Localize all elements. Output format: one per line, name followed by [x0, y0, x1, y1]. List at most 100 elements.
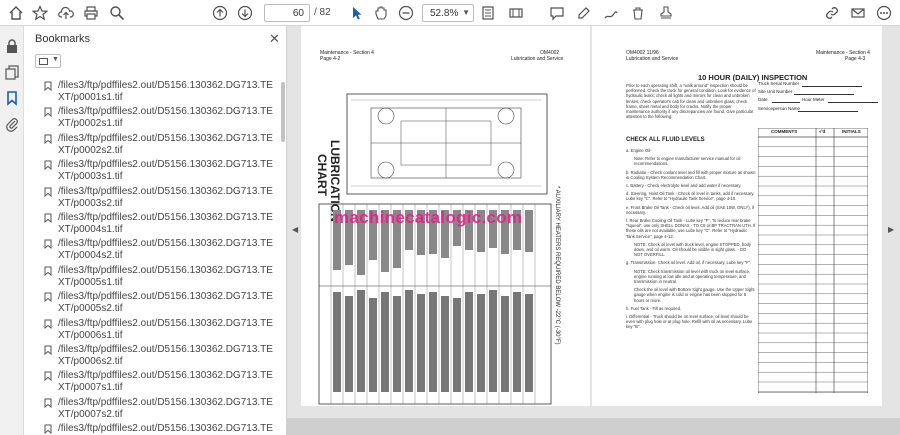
form-field-line: [794, 94, 854, 95]
erase-icon[interactable]: [628, 3, 648, 23]
comment-icon[interactable]: [547, 3, 567, 23]
bookmark-label: /files3/ftp/pdffiles2.out/D5156.130362.D…: [58, 423, 273, 435]
mail-icon[interactable]: [848, 3, 868, 23]
bookmark-flag-icon: [44, 345, 52, 355]
bookmark-item[interactable]: /files3/ftp/pdffiles2.out/D5156.130362.D…: [24, 78, 287, 104]
page-total-label: / 82: [314, 7, 331, 18]
form-field-line: [798, 111, 858, 112]
left-rail: [0, 26, 24, 435]
bookmarks-scrollbar[interactable]: [281, 82, 285, 142]
upload-icon[interactable]: [56, 3, 76, 23]
stamp-icon[interactable]: [656, 3, 676, 23]
bookmark-item[interactable]: /files3/ftp/pdffiles2.out/D5156.130362.D…: [24, 236, 287, 262]
lubrication-chart-figure: LUBRICATION CHART: [315, 93, 552, 405]
bookmark-item[interactable]: /files3/ftp/pdffiles2.out/D5156.130362.D…: [24, 131, 287, 157]
zoom-dropdown[interactable]: 52.8% ▼: [422, 4, 474, 22]
table-header-comments: COMMENTS: [771, 129, 798, 134]
scroll-mode-icon[interactable]: [506, 3, 526, 23]
collapse-right-icon[interactable]: ▶: [888, 225, 894, 234]
bookmark-label: /files3/ftp/pdffiles2.out/D5156.130362.D…: [58, 264, 273, 288]
inspection-step: h. Fuel Tank - Fill as required.: [626, 305, 682, 311]
bookmark-flag-icon: [44, 213, 52, 223]
bookmark-label: /files3/ftp/pdffiles2.out/D5156.130362.D…: [58, 106, 273, 130]
close-icon[interactable]: ✕: [269, 31, 280, 47]
page-number-input[interactable]: 60: [264, 4, 310, 22]
fit-page-icon[interactable]: [478, 3, 498, 23]
bookmark-label: /files3/ftp/pdffiles2.out/D5156.130362.D…: [58, 185, 273, 209]
form-field-line: [828, 102, 878, 103]
inspection-step: f. Rear Brake Cooling Oil Tank - Lube ke…: [626, 218, 756, 239]
bookmark-icon[interactable]: [4, 90, 20, 106]
bookmark-flag-icon: [44, 292, 52, 303]
bookmark-label: /files3/ftp/pdffiles2.out/D5156.130362.D…: [58, 370, 273, 394]
bookmark-item[interactable]: /files3/ftp/pdffiles2.out/D5156.130362.D…: [24, 289, 287, 315]
print-icon[interactable]: [81, 3, 101, 23]
page-header-left-2: Page 4-2: [320, 56, 341, 62]
form-field-label: Hour Meter: [802, 97, 825, 102]
page-header-right-2: Lubrication and Service: [511, 56, 564, 62]
bookmark-item[interactable]: /files3/ftp/pdffiles2.out/D5156.130362.D…: [24, 342, 287, 368]
chart-footnote: * AUXILIARY HEATERS REQUIRED BELOW -22°C…: [554, 186, 560, 345]
page-up-icon[interactable]: [210, 3, 230, 23]
star-icon[interactable]: [30, 3, 50, 23]
bookmark-item[interactable]: /files3/ftp/pdffiles2.out/D5156.130362.D…: [24, 395, 287, 421]
bookmark-item[interactable]: /files3/ftp/pdffiles2.out/D5156.130362.D…: [24, 263, 287, 289]
pages-icon[interactable]: [4, 64, 20, 80]
form-field-label: Site Unit Number: [758, 89, 793, 94]
more-icon[interactable]: [874, 3, 894, 23]
link-icon[interactable]: [822, 3, 842, 23]
page-down-icon[interactable]: [235, 3, 255, 23]
bookmark-flag-icon: [44, 134, 52, 144]
options-icon: [39, 58, 48, 65]
main-toolbar: 60 / 82 52.8% ▼: [0, 0, 900, 26]
form-field-label: Date: [758, 97, 768, 102]
svg-text:CHART: CHART: [315, 154, 329, 197]
zoom-out-icon[interactable]: [396, 3, 416, 23]
bookmark-item[interactable]: /files3/ftp/pdffiles2.out/D5156.130362.D…: [24, 184, 287, 210]
inspection-step: d. Steering, Hoist Oil Tank - Check oil …: [626, 191, 755, 202]
attachment-icon[interactable]: [4, 116, 20, 132]
inspection-step: NOTE: Check transmission oil level with …: [634, 268, 751, 285]
form-field-line: [772, 102, 800, 103]
bookmark-item[interactable]: /files3/ftp/pdffiles2.out/D5156.130362.D…: [24, 210, 287, 236]
watermark: machinecatalogic.com: [334, 208, 523, 227]
zoom-icon[interactable]: [107, 3, 127, 23]
bookmark-flag-icon: [44, 424, 52, 435]
bookmark-label: /files3/ftp/pdffiles2.out/D5156.130362.D…: [58, 291, 273, 315]
bookmark-flag-icon: [44, 81, 52, 91]
bookmark-item[interactable]: /files3/ftp/pdffiles2.out/D5156.130362.D…: [24, 421, 287, 435]
inspection-step: i. Differential - Truck should be on lev…: [626, 314, 753, 330]
highlight-icon[interactable]: [574, 3, 594, 23]
bookmark-flag-icon: [44, 319, 52, 329]
collapse-left-icon[interactable]: ◀: [292, 225, 298, 234]
bookmark-options-button[interactable]: ▼: [35, 54, 61, 68]
hand-icon[interactable]: [371, 3, 391, 23]
form-field-label: Truck Serial Number: [758, 81, 800, 86]
bookmark-label: /files3/ftp/pdffiles2.out/D5156.130362.D…: [58, 238, 273, 262]
page-header-left-2: Lubrication and Service: [626, 56, 679, 62]
bookmark-list: /files3/ftp/pdffiles2.out/D5156.130362.D…: [24, 78, 287, 435]
lock-icon[interactable]: [4, 38, 20, 54]
table-header-checked: √'d: [819, 129, 826, 134]
bookmark-item[interactable]: /files3/ftp/pdffiles2.out/D5156.130362.D…: [24, 316, 287, 342]
bookmark-item[interactable]: /files3/ftp/pdffiles2.out/D5156.130362.D…: [24, 368, 287, 394]
bookmark-flag-icon: [44, 187, 52, 197]
inspection-step: g. Transmission- Check oil level. Add oi…: [626, 260, 752, 266]
bookmark-label: /files3/ftp/pdffiles2.out/D5156.130362.D…: [58, 317, 273, 341]
inspection-steps: a. Engine Oil- Note: Refer to engine manu…: [626, 148, 756, 333]
bookmark-flag-icon: [44, 107, 52, 118]
inspection-step: a. Engine Oil-: [626, 148, 652, 153]
pdf-page-right: OM4002 11/96 Lubrication and Service Mai…: [592, 26, 882, 406]
inspection-step: Note: Refer to engine manufacturer servi…: [634, 156, 741, 167]
page-header-right-2: Page 4-3: [845, 56, 866, 62]
draw-icon[interactable]: [601, 3, 621, 23]
bookmarks-title: Bookmarks: [35, 33, 91, 45]
select-cursor-icon[interactable]: [347, 3, 367, 23]
bookmark-item[interactable]: /files3/ftp/pdffiles2.out/D5156.130362.D…: [24, 157, 287, 183]
bookmarks-panel: Bookmarks ✕ ▼ /files3/ftp/pdffiles2.out/…: [24, 26, 287, 435]
home-icon[interactable]: [6, 3, 26, 23]
bookmark-label: /files3/ftp/pdffiles2.out/D5156.130362.D…: [58, 132, 273, 156]
bookmark-item[interactable]: /files3/ftp/pdffiles2.out/D5156.130362.D…: [24, 104, 287, 130]
bookmark-flag-icon: [44, 398, 52, 408]
comments-table: [758, 128, 868, 393]
